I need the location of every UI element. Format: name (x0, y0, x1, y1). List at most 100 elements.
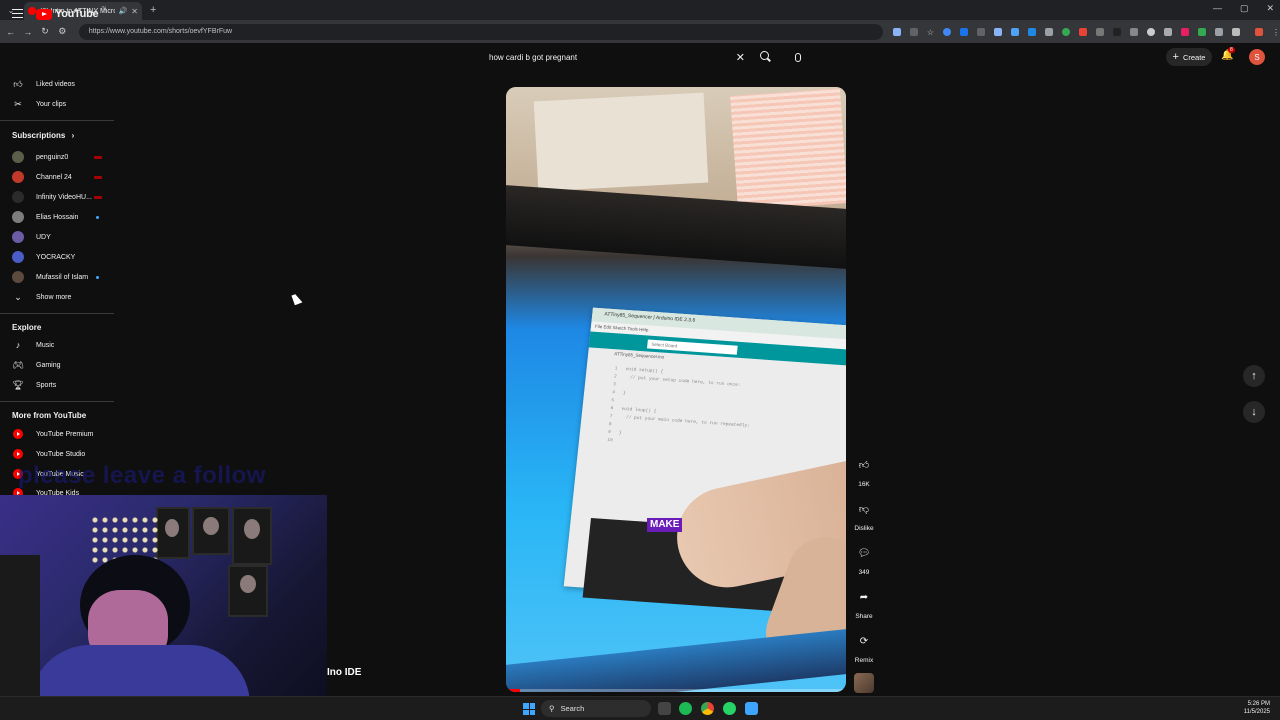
reload-icon[interactable]: ↻ (36, 26, 53, 37)
taskbar-search[interactable]: ⚲ Search (541, 700, 651, 717)
search-icon[interactable] (757, 49, 773, 65)
video-progress-bar[interactable] (506, 689, 846, 692)
subtitle-overlay: Ino IDE (327, 667, 362, 678)
user-avatar[interactable]: S (1249, 49, 1265, 65)
search-input[interactable]: how cardi b got pregnant (483, 53, 736, 62)
sidebar-item-penguinz0[interactable]: penguinz0 (0, 148, 118, 166)
app-icon[interactable] (745, 702, 758, 715)
bookmark-star-icon[interactable]: ☆ (927, 28, 934, 37)
url-field[interactable]: https://www.youtube.com/shorts/oevfYFBrF… (78, 23, 883, 40)
shorts-video-player[interactable]: ATTiny85_Sequencer | Arduino IDE 2.3.6 F… (506, 87, 846, 692)
remix-button[interactable]: ⟳ Remix (850, 630, 878, 665)
sidebar-item-channel-24[interactable]: Channel 24 (0, 168, 118, 186)
sidebar-item-label: Infinity VideoHU... (36, 193, 92, 201)
extension-icon[interactable] (1079, 27, 1087, 36)
sidebar-item-infinity-videohub[interactable]: Infinity VideoHU... (0, 188, 118, 206)
trophy-icon: 🏆︎ (12, 379, 24, 390)
subscriptions-heading-label: Subscriptions (12, 131, 66, 140)
scissors-icon: ✂ (14, 98, 22, 109)
menu-hamburger-icon[interactable] (12, 9, 23, 18)
forward-icon[interactable]: → (19, 27, 36, 37)
extension-icon[interactable] (1028, 27, 1036, 36)
explore-heading: Explore (12, 323, 42, 332)
previous-short-button[interactable]: ↑ (1243, 365, 1265, 387)
subscriptions-heading[interactable]: Subscriptions › (12, 131, 74, 140)
puzzle-icon[interactable] (1215, 27, 1223, 36)
extension-icon[interactable] (1198, 27, 1206, 36)
minimize-icon[interactable]: — (1213, 3, 1222, 14)
sidebar-item-label: Mufassil of Islam (36, 273, 89, 281)
new-tab-button[interactable]: + (150, 4, 156, 16)
picture-face (165, 519, 179, 537)
whatsapp-icon[interactable] (723, 702, 736, 715)
maximize-icon[interactable]: ▢ (1240, 3, 1249, 14)
extension-icon[interactable] (1011, 27, 1019, 36)
sidebar-item-elias-hossain[interactable]: Elias Hossain (0, 208, 118, 226)
create-label: Create (1182, 52, 1206, 62)
notifications-bell-icon[interactable]: 🔔 8 (1221, 47, 1235, 64)
search-box[interactable]: how cardi b got pregnant ✕ (483, 47, 753, 67)
sidebar-item-your-clips[interactable]: ✂ Your clips (0, 95, 118, 113)
sidebar-item-label: Your clips (36, 100, 67, 108)
youtube-logo[interactable]: YouTube IN (36, 6, 106, 20)
show-more-button[interactable]: ⌄ Show more (0, 288, 118, 306)
sidebar-item-label: Elias Hossain (36, 213, 79, 221)
microphone-icon[interactable] (790, 49, 806, 65)
extension-icon[interactable] (1147, 27, 1155, 36)
extension-icon[interactable] (977, 27, 985, 36)
extension-icon[interactable] (1164, 27, 1172, 36)
sidebar-item-youtube-premium[interactable]: YouTube Premium (0, 425, 118, 443)
taskbar-search-label: Search (560, 704, 585, 713)
close-window-icon[interactable]: ✕ (1266, 3, 1274, 14)
system-clock[interactable]: 5:26 PM 11/5/2025 (1244, 700, 1270, 716)
youtube-favicon-icon (28, 7, 36, 15)
extension-icon[interactable] (1232, 27, 1240, 36)
sidebar-item-gaming[interactable]: 🎮︎ Gaming (0, 356, 118, 374)
extension-icon[interactable] (1062, 27, 1070, 36)
extension-icon[interactable] (943, 27, 951, 36)
file-explorer-icon[interactable] (658, 702, 671, 715)
extension-icon[interactable] (1113, 27, 1121, 36)
sidebar-item-udy[interactable]: UDY (0, 228, 118, 246)
next-short-button[interactable]: ↓ (1243, 401, 1265, 423)
tab-close-icon[interactable]: ✕ (131, 7, 138, 16)
sound-thumbnail[interactable] (854, 673, 874, 693)
extension-icon[interactable] (1181, 27, 1189, 36)
youtube-studio-icon (13, 449, 23, 459)
sidebar-item-sports[interactable]: 🏆︎ Sports (0, 376, 118, 394)
sidebar-item-mufassil-of-islam[interactable]: Mufassil of Islam (0, 268, 118, 286)
extension-icon[interactable] (994, 27, 1002, 36)
sidebar-item-liked-videos[interactable]: 👍︎ Liked videos (0, 75, 118, 93)
chrome-icon[interactable] (701, 702, 714, 715)
extension-icon[interactable] (1096, 27, 1104, 36)
comments-button[interactable]: 💬︎ 349 (850, 542, 878, 577)
profile-avatar-icon[interactable] (1255, 27, 1263, 36)
extension-icon[interactable] (960, 27, 968, 36)
share-button[interactable]: ➦ Share (850, 586, 878, 621)
sidebar-divider (0, 401, 114, 402)
sidebar-item-music[interactable]: ♪ Music (0, 336, 118, 354)
picture-face (203, 517, 219, 535)
webcam-overlay (0, 495, 327, 720)
sidebar-item-yocracky[interactable]: YOCRACKY (0, 248, 118, 266)
sidebar-item-youtube-studio[interactable]: YouTube Studio (0, 445, 118, 463)
extension-icon[interactable] (1045, 27, 1053, 36)
channel-avatar (12, 191, 24, 203)
dislike-button[interactable]: 👎︎ Dislike (850, 498, 878, 532)
like-button[interactable]: 👍︎ 16K (850, 454, 878, 488)
music-note-icon: ♪ (15, 340, 21, 350)
sidebar: 👍︎ Liked videos ✂ Your clips Subscriptio… (0, 73, 118, 498)
clear-search-icon[interactable]: ✕ (736, 51, 745, 64)
sidebar-divider (0, 120, 114, 121)
dislike-label: Dislike (854, 525, 874, 532)
speaker-icon[interactable]: 🔊 (119, 7, 128, 15)
extension-icon[interactable] (909, 27, 918, 36)
site-info-icon[interactable]: ⚙ (54, 26, 71, 37)
back-icon[interactable]: ← (2, 27, 19, 37)
spotify-icon[interactable] (679, 702, 692, 715)
kebab-menu-icon[interactable]: ⋮ (1272, 28, 1280, 37)
extension-icon[interactable] (1130, 27, 1138, 36)
windows-start-icon[interactable] (523, 703, 535, 715)
extension-icon[interactable] (892, 27, 901, 36)
create-button[interactable]: + Create (1166, 48, 1212, 66)
